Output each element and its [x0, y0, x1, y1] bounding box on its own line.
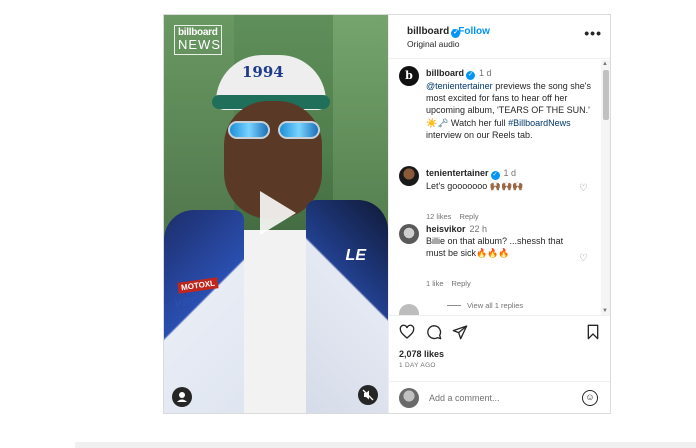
- avatar[interactable]: [399, 304, 419, 315]
- hashtag-link[interactable]: #BillboardNews: [508, 118, 571, 128]
- caption-username[interactable]: billboard: [426, 68, 464, 78]
- jacket-right: [306, 200, 388, 413]
- emoji-icon[interactable]: ☺: [582, 390, 598, 406]
- reply-button[interactable]: Reply: [452, 279, 471, 288]
- post-date: 1 DAY AGO: [399, 362, 436, 369]
- comment-time: 22 h: [469, 224, 488, 234]
- verified-icon: ✓: [466, 71, 475, 80]
- caption-time: 1 d: [479, 68, 492, 78]
- scroll-up-icon[interactable]: ▲: [602, 61, 608, 67]
- verified-icon: ✓: [490, 171, 500, 180]
- scrollbar-thumb[interactable]: [603, 70, 609, 120]
- logo-line2: NEWS: [178, 37, 221, 52]
- user-tag-icon[interactable]: [172, 387, 192, 407]
- video-player[interactable]: billboard NEWS 1994 MOTOXL VRC LE: [164, 15, 388, 413]
- comments-feed[interactable]: b billboard ✓ 1 d @tenientertainer preview…: [389, 60, 610, 315]
- cap-logo: 1994: [242, 63, 284, 81]
- add-comment-bar: Add a comment... ☺: [389, 381, 610, 413]
- save-icon[interactable]: [585, 324, 601, 340]
- audio-label[interactable]: Original audio: [407, 39, 459, 49]
- comment-username[interactable]: heisvikor: [426, 224, 466, 234]
- comment-input[interactable]: Add a comment...: [429, 393, 500, 403]
- follow-button[interactable]: • Follow: [452, 26, 490, 37]
- scrollbar[interactable]: ▲ ▼: [601, 60, 610, 315]
- billboard-news-logo: billboard NEWS: [174, 25, 222, 55]
- mute-icon[interactable]: [358, 385, 378, 405]
- avatar[interactable]: [399, 224, 419, 244]
- comment: tenientertainer ✓ 1 d Let's gooooooo 🙌🏾🙌🏾🙌…: [426, 167, 576, 192]
- avatar[interactable]: [399, 166, 419, 186]
- comment-time: 1 d: [503, 168, 517, 178]
- reply-button[interactable]: Reply: [459, 212, 478, 221]
- comment-text: Billie on that album? ...shessh that mus…: [426, 236, 564, 259]
- likes-count[interactable]: 2,078 likes: [399, 349, 444, 359]
- sunglasses: [226, 121, 322, 139]
- caption-text: interview on our Reels tab.: [426, 129, 533, 140]
- jacket-left: [164, 210, 244, 413]
- avatar[interactable]: b: [399, 66, 419, 86]
- like-comment-icon[interactable]: ♡: [579, 254, 589, 264]
- avatar: [399, 388, 419, 408]
- instagram-embed: billboard NEWS 1994 MOTOXL VRC LE billbo…: [163, 14, 611, 414]
- comment-meta: 12 likes Reply: [426, 212, 487, 221]
- jacket-patch: LE: [345, 247, 366, 264]
- comment-likes[interactable]: 1 like: [426, 279, 444, 288]
- comment-likes[interactable]: 12 likes: [426, 212, 451, 221]
- page-footer-strip: [75, 442, 696, 448]
- comment-text: Let's gooooooo 🙌🏾🙌🏾🙌🏾: [426, 181, 524, 191]
- header-username[interactable]: billboard: [407, 26, 449, 37]
- like-icon[interactable]: [399, 324, 415, 340]
- post-header: billboard ✓ • Follow Original audio •••: [389, 15, 610, 59]
- caption-emojis: ☀️🗝️: [426, 117, 449, 128]
- mention-link[interactable]: @tenientertainer: [426, 81, 493, 91]
- comment-meta: 1 like Reply: [426, 279, 479, 288]
- share-icon[interactable]: [452, 324, 468, 340]
- comment-icon[interactable]: [426, 324, 442, 340]
- like-comment-icon[interactable]: ♡: [579, 184, 589, 194]
- action-bar: 2,078 likes 1 DAY AGO: [389, 315, 610, 385]
- comment: heisvikor 22 h Billie on that album? ...s…: [426, 223, 576, 260]
- more-options-icon[interactable]: •••: [584, 25, 602, 41]
- scroll-down-icon[interactable]: ▼: [602, 308, 608, 314]
- caption-text: Watch her full: [448, 117, 509, 128]
- post-sidebar: billboard ✓ • Follow Original audio ••• b…: [388, 15, 610, 413]
- view-replies-button[interactable]: View all 1 replies: [447, 301, 523, 310]
- comment-username[interactable]: tenientertainer: [426, 168, 489, 178]
- post-caption: billboard ✓ 1 d @tenientertainer previews …: [426, 67, 598, 141]
- play-icon[interactable]: [260, 191, 296, 235]
